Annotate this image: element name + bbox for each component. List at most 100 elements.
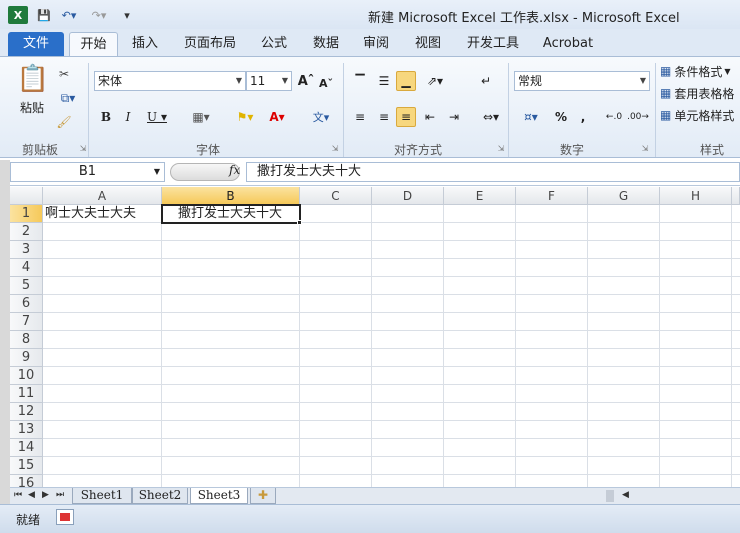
- row-header-10[interactable]: 10: [10, 367, 43, 385]
- sheet-tab-1[interactable]: Sheet1: [72, 488, 132, 504]
- row-header-5[interactable]: 5: [10, 277, 43, 295]
- row-header-4[interactable]: 4: [10, 259, 43, 277]
- decrease-indent-icon[interactable]: ⇤: [420, 107, 440, 127]
- italic-icon[interactable]: I: [120, 107, 136, 127]
- sheet-tab-3[interactable]: Sheet3: [190, 488, 248, 504]
- column-header-h[interactable]: H: [660, 187, 732, 205]
- column-header-d[interactable]: D: [372, 187, 444, 205]
- orientation-icon[interactable]: ⇗▾: [420, 71, 450, 91]
- row-header-3[interactable]: 3: [10, 241, 43, 259]
- row-header-7[interactable]: 7: [10, 313, 43, 331]
- undo-icon[interactable]: ↶▾: [58, 6, 80, 24]
- first-sheet-icon[interactable]: ⏮: [14, 490, 22, 500]
- sheet-tab-2[interactable]: Sheet2: [132, 488, 188, 504]
- font-color-icon[interactable]: A▾: [262, 107, 292, 127]
- column-header-g[interactable]: G: [588, 187, 660, 205]
- scroll-left-icon[interactable]: ◀: [622, 490, 629, 500]
- tab-developer[interactable]: 开发工具: [460, 32, 526, 56]
- column-header-b[interactable]: B: [162, 187, 300, 205]
- tab-data[interactable]: 数据: [306, 32, 346, 56]
- font-size-dropdown[interactable]: 11 ▼: [246, 71, 292, 91]
- row-header-8[interactable]: 8: [10, 331, 43, 349]
- comma-icon[interactable]: ,: [576, 107, 590, 127]
- tab-acrobat[interactable]: Acrobat: [538, 32, 598, 56]
- prev-sheet-icon[interactable]: ◀: [28, 490, 35, 500]
- cut-icon[interactable]: ✂: [54, 65, 74, 83]
- tab-home[interactable]: 开始: [69, 32, 118, 56]
- row-header-9[interactable]: 9: [10, 349, 43, 367]
- align-left-icon[interactable]: ≡: [350, 107, 370, 127]
- macro-record-icon[interactable]: [56, 509, 74, 525]
- decrease-decimal-icon[interactable]: .00→: [627, 107, 649, 127]
- column-header-a[interactable]: A: [43, 187, 162, 205]
- fill-handle[interactable]: [297, 220, 302, 225]
- save-icon[interactable]: 💾: [36, 6, 52, 24]
- row-header-2[interactable]: 2: [10, 223, 43, 241]
- dialog-launcher-icon[interactable]: ⇲: [640, 143, 650, 153]
- paste-icon[interactable]: 📋: [17, 61, 49, 97]
- align-middle-icon[interactable]: ☰: [374, 71, 394, 91]
- tab-view[interactable]: 视图: [408, 32, 448, 56]
- tab-split-handle[interactable]: [606, 490, 614, 502]
- last-sheet-icon[interactable]: ⏭: [56, 490, 64, 500]
- copy-icon[interactable]: ⧉▾: [54, 89, 82, 107]
- currency-icon[interactable]: ¤▾: [516, 107, 546, 127]
- format-as-table-button[interactable]: ▦ 套用表格格: [660, 83, 740, 103]
- wrap-text-icon[interactable]: ↵: [476, 71, 496, 91]
- align-center-icon[interactable]: ≡: [374, 107, 394, 127]
- next-sheet-icon[interactable]: ▶: [42, 490, 49, 500]
- bold-icon[interactable]: B: [98, 107, 114, 127]
- tab-page-layout[interactable]: 页面布局: [176, 32, 244, 56]
- align-bottom-icon[interactable]: ▁: [396, 71, 416, 91]
- column-header-c[interactable]: C: [300, 187, 372, 205]
- insert-function-button[interactable]: fx: [229, 163, 240, 177]
- format-painter-icon[interactable]: 🖌: [54, 113, 74, 131]
- insert-sheet-icon[interactable]: ✚: [250, 488, 276, 504]
- tab-review[interactable]: 审阅: [356, 32, 396, 56]
- select-all-button[interactable]: [10, 187, 43, 205]
- row-header-12[interactable]: 12: [10, 403, 43, 421]
- dialog-launcher-icon[interactable]: ⇲: [78, 143, 88, 153]
- row-header-16[interactable]: 16: [10, 475, 43, 487]
- row-gridline: [43, 294, 740, 295]
- percent-icon[interactable]: %: [552, 107, 570, 127]
- customize-qat-icon[interactable]: ▾: [120, 6, 134, 24]
- dialog-launcher-icon[interactable]: ⇲: [496, 143, 506, 153]
- tab-formulas[interactable]: 公式: [254, 32, 294, 56]
- underline-icon[interactable]: U ▾: [142, 107, 172, 127]
- cell-styles-button[interactable]: ▦ 单元格样式: [660, 105, 740, 125]
- tab-file[interactable]: 文件: [8, 32, 64, 56]
- tab-insert[interactable]: 插入: [124, 32, 166, 56]
- row-header-1[interactable]: 1: [10, 205, 43, 223]
- phonetic-icon[interactable]: 文▾: [306, 107, 336, 127]
- font-name-dropdown[interactable]: 宋体 ▼: [94, 71, 246, 91]
- increase-indent-icon[interactable]: ⇥: [444, 107, 464, 127]
- row-header-6[interactable]: 6: [10, 295, 43, 313]
- borders-icon[interactable]: ▦▾: [186, 107, 216, 127]
- worksheet-grid[interactable]: A B C D E F G H 1 2 3 4 5 6 7 8 9 10 11 12 13 14 15 16 …: [10, 187, 740, 487]
- column-header-e[interactable]: E: [444, 187, 516, 205]
- number-format-dropdown[interactable]: 常规 ▼: [514, 71, 650, 91]
- name-box[interactable]: B1 ▼: [10, 162, 165, 182]
- shrink-font-icon[interactable]: Aˇ: [318, 73, 334, 93]
- styles-group-label: 样式: [700, 143, 725, 157]
- column-header-f[interactable]: F: [516, 187, 588, 205]
- row-header-15[interactable]: 15: [10, 457, 43, 475]
- excel-logo-icon[interactable]: X: [8, 6, 28, 24]
- row-header-11[interactable]: 11: [10, 385, 43, 403]
- grow-font-icon[interactable]: Aˆ: [298, 71, 315, 91]
- redo-icon[interactable]: ↷▾: [88, 6, 110, 24]
- fill-color-icon[interactable]: ⚑▾: [230, 107, 260, 127]
- align-top-icon[interactable]: ▔: [350, 71, 370, 91]
- row-gridline: [43, 456, 740, 457]
- formula-input[interactable]: 撒打发士大夫十大: [246, 162, 740, 182]
- align-right-icon[interactable]: ≡: [396, 107, 416, 127]
- conditional-format-button[interactable]: ▦ 条件格式 ▼: [660, 61, 740, 81]
- paste-button[interactable]: 粘贴: [14, 99, 50, 115]
- increase-decimal-icon[interactable]: ←.0: [604, 107, 624, 127]
- merge-center-icon[interactable]: ⇔▾: [476, 107, 506, 127]
- row-header-14[interactable]: 14: [10, 439, 43, 457]
- cell-a1[interactable]: 啊士大夫士大夫: [45, 205, 136, 223]
- dialog-launcher-icon[interactable]: ⇲: [330, 143, 340, 153]
- row-header-13[interactable]: 13: [10, 421, 43, 439]
